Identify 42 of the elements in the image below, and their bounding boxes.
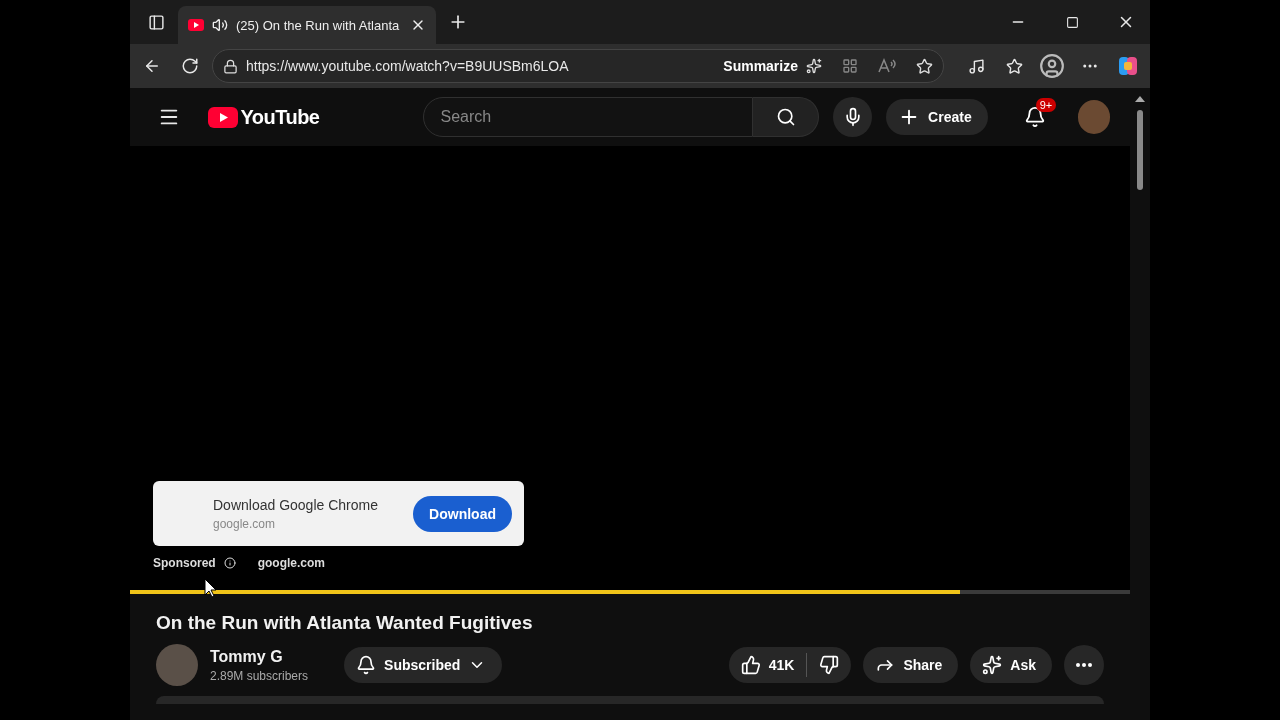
browser-tab[interactable]: (25) On the Run with Atlanta bbox=[178, 6, 436, 44]
scroll-up-icon[interactable] bbox=[1135, 96, 1145, 102]
grid-icon[interactable] bbox=[842, 58, 858, 74]
share-button[interactable]: Share bbox=[863, 647, 959, 683]
sparkle-icon[interactable] bbox=[806, 58, 822, 74]
more-icon bbox=[1076, 663, 1092, 667]
sponsored-label: Sponsored bbox=[153, 556, 216, 570]
lock-icon bbox=[223, 58, 238, 74]
youtube-logo[interactable]: YouTube bbox=[208, 105, 320, 129]
search-field[interactable]: Search bbox=[423, 97, 754, 137]
thumbs-down-icon bbox=[819, 655, 840, 675]
progress-bar[interactable] bbox=[130, 590, 1130, 594]
info-icon[interactable] bbox=[223, 557, 236, 569]
more-actions-button[interactable] bbox=[1064, 645, 1104, 685]
url-text: https://www.youtube.com/watch?v=B9UUSBm6LOA bbox=[246, 58, 570, 74]
ask-button[interactable]: Ask bbox=[970, 647, 1052, 683]
ad-domain: google.com bbox=[213, 516, 277, 531]
thumbs-up-icon bbox=[740, 655, 761, 675]
account-avatar[interactable] bbox=[1077, 100, 1110, 134]
download-button[interactable]: Download bbox=[413, 495, 512, 532]
subscriber-count: 2.89M subscribers bbox=[210, 668, 309, 683]
tab-title: (25) On the Run with Atlanta bbox=[236, 17, 401, 33]
ad-title[interactable]: Download Google Chrome bbox=[213, 496, 414, 513]
speaker-icon[interactable] bbox=[212, 17, 228, 33]
sparkle-icon bbox=[982, 655, 1003, 675]
address-bar[interactable]: https://www.youtube.com/watch?v=B9UUSBm6LOA Summarize bbox=[212, 49, 944, 83]
search-button[interactable] bbox=[753, 97, 820, 137]
search-icon bbox=[776, 107, 796, 127]
subscribed-button[interactable]: Subscribed bbox=[344, 647, 503, 683]
ad-link[interactable]: google.com bbox=[257, 556, 325, 570]
notification-badge: 9+ bbox=[1035, 98, 1057, 112]
read-aloud-icon[interactable] bbox=[878, 58, 896, 74]
video-title: On the Run with Atlanta Wanted Fugitives bbox=[156, 612, 534, 634]
channel-name[interactable]: Tommy G bbox=[210, 647, 309, 666]
create-button[interactable]: Create bbox=[886, 99, 988, 135]
channel-avatar[interactable] bbox=[156, 644, 198, 686]
bell-icon bbox=[356, 655, 377, 675]
mic-button[interactable] bbox=[833, 97, 873, 137]
scrollbar-thumb[interactable] bbox=[1137, 110, 1143, 190]
youtube-favicon-icon bbox=[188, 19, 204, 31]
star-icon[interactable] bbox=[916, 57, 933, 75]
summarize-label[interactable]: Summarize bbox=[723, 58, 798, 74]
